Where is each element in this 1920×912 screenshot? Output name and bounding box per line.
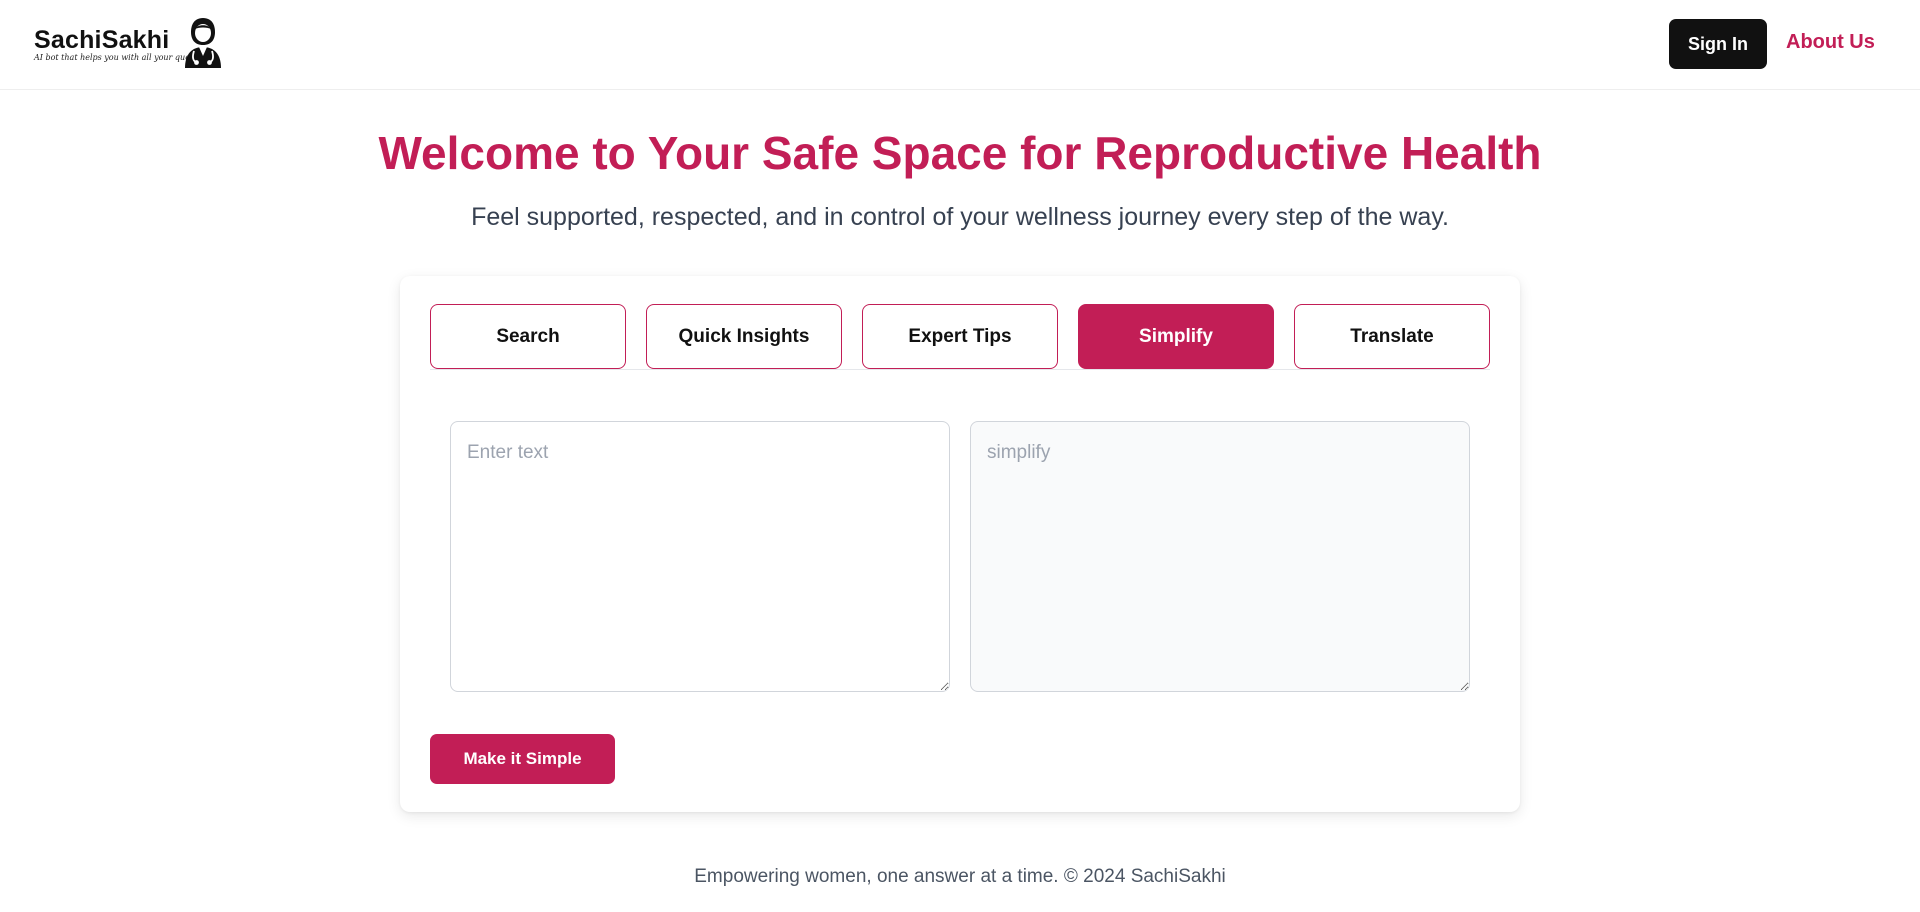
page-title: Welcome to Your Safe Space for Reproduct…: [378, 127, 1542, 179]
doctor-icon: [185, 18, 221, 68]
tool-card: Search Quick Insights Expert Tips Simpli…: [400, 276, 1520, 812]
input-text-area[interactable]: [450, 421, 950, 692]
make-it-simple-button[interactable]: Make it Simple: [430, 734, 615, 784]
site-header: SachiSakhi AI bot that helps you with al…: [0, 0, 1920, 90]
about-us-link[interactable]: About Us: [1786, 31, 1875, 54]
brand-name: SachiSakhi: [34, 26, 170, 54]
page-subtitle: Feel supported, respected, and in contro…: [471, 203, 1449, 231]
tool-tabs: Search Quick Insights Expert Tips Simpli…: [430, 304, 1490, 370]
tab-simplify[interactable]: Simplify: [1078, 304, 1274, 369]
tab-expert-tips[interactable]: Expert Tips: [862, 304, 1058, 369]
tab-translate[interactable]: Translate: [1294, 304, 1490, 369]
site-footer: Empowering women, one answer at a time. …: [694, 866, 1226, 887]
output-text-area[interactable]: [970, 421, 1470, 692]
tab-search[interactable]: Search: [430, 304, 626, 369]
brand-tagline: AI bot that helps you with all your quer…: [34, 53, 206, 62]
sign-in-button[interactable]: Sign In: [1669, 19, 1767, 69]
tab-quick-insights[interactable]: Quick Insights: [646, 304, 842, 369]
